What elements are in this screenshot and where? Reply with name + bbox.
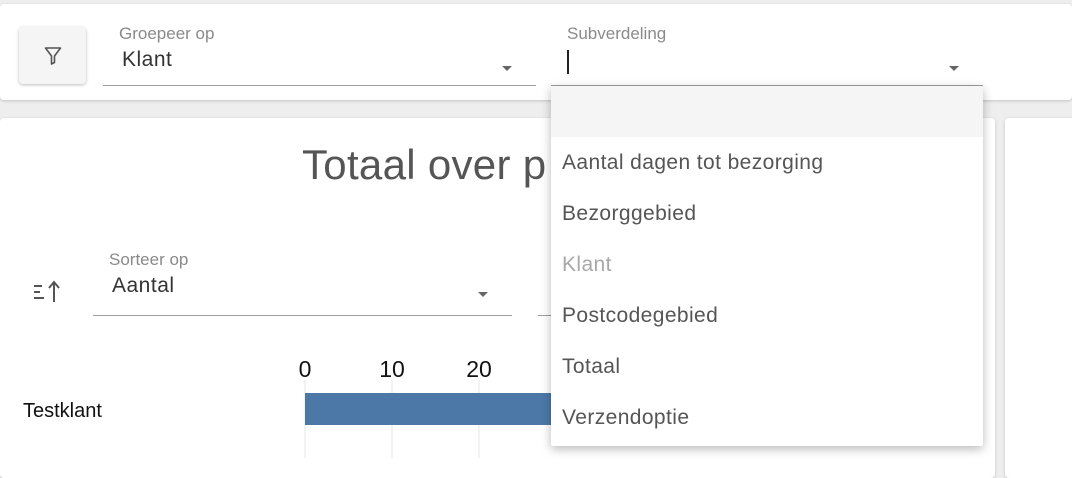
- dropdown-arrow-icon: [478, 292, 488, 297]
- group-by-label: Groepeer op: [119, 24, 215, 43]
- subdivision-label: Subverdeling: [567, 24, 667, 43]
- dropdown-option[interactable]: Aantal dagen tot bezorging: [551, 137, 983, 188]
- filter-icon: [44, 46, 61, 65]
- sort-by-select[interactable]: Sorteer op Aantal: [93, 250, 512, 316]
- x-tick-label: 20: [466, 356, 492, 382]
- group-by-value: Klant: [122, 48, 173, 71]
- category-label: Testklant: [23, 400, 102, 422]
- second-select[interactable]: [538, 250, 552, 316]
- dropdown-option[interactable]: Verzendoptie: [551, 392, 983, 443]
- dropdown-option[interactable]: Postcodegebied: [551, 290, 983, 341]
- dropdown-arrow-icon: [949, 66, 959, 71]
- dropdown-option[interactable]: [551, 86, 983, 137]
- dropdown-arrow-icon: [502, 66, 512, 71]
- bar-chart: 0 10 20 Testklant: [23, 356, 558, 458]
- side-card: [1005, 118, 1072, 478]
- subdivision-select[interactable]: Subverdeling: [551, 24, 983, 86]
- sort-by-label: Sorteer op: [109, 250, 189, 269]
- sort-icon[interactable]: [33, 280, 63, 304]
- text-cursor: [567, 50, 569, 74]
- filter-button[interactable]: [19, 27, 86, 84]
- dropdown-option[interactable]: Bezorggebied: [551, 188, 983, 239]
- subdivision-dropdown-menu: Aantal dagen tot bezorging Bezorggebied Kl…: [551, 86, 983, 446]
- x-tick-label: 10: [379, 356, 405, 382]
- sort-by-value: Aantal: [112, 274, 175, 297]
- x-tick-label: 0: [299, 356, 312, 382]
- group-by-select[interactable]: Groepeer op Klant: [103, 24, 536, 86]
- dropdown-option[interactable]: Totaal: [551, 341, 983, 392]
- bar[interactable]: [305, 393, 558, 425]
- dropdown-option: Klant: [562, 253, 612, 276]
- chart-title: Totaal over p: [302, 141, 547, 188]
